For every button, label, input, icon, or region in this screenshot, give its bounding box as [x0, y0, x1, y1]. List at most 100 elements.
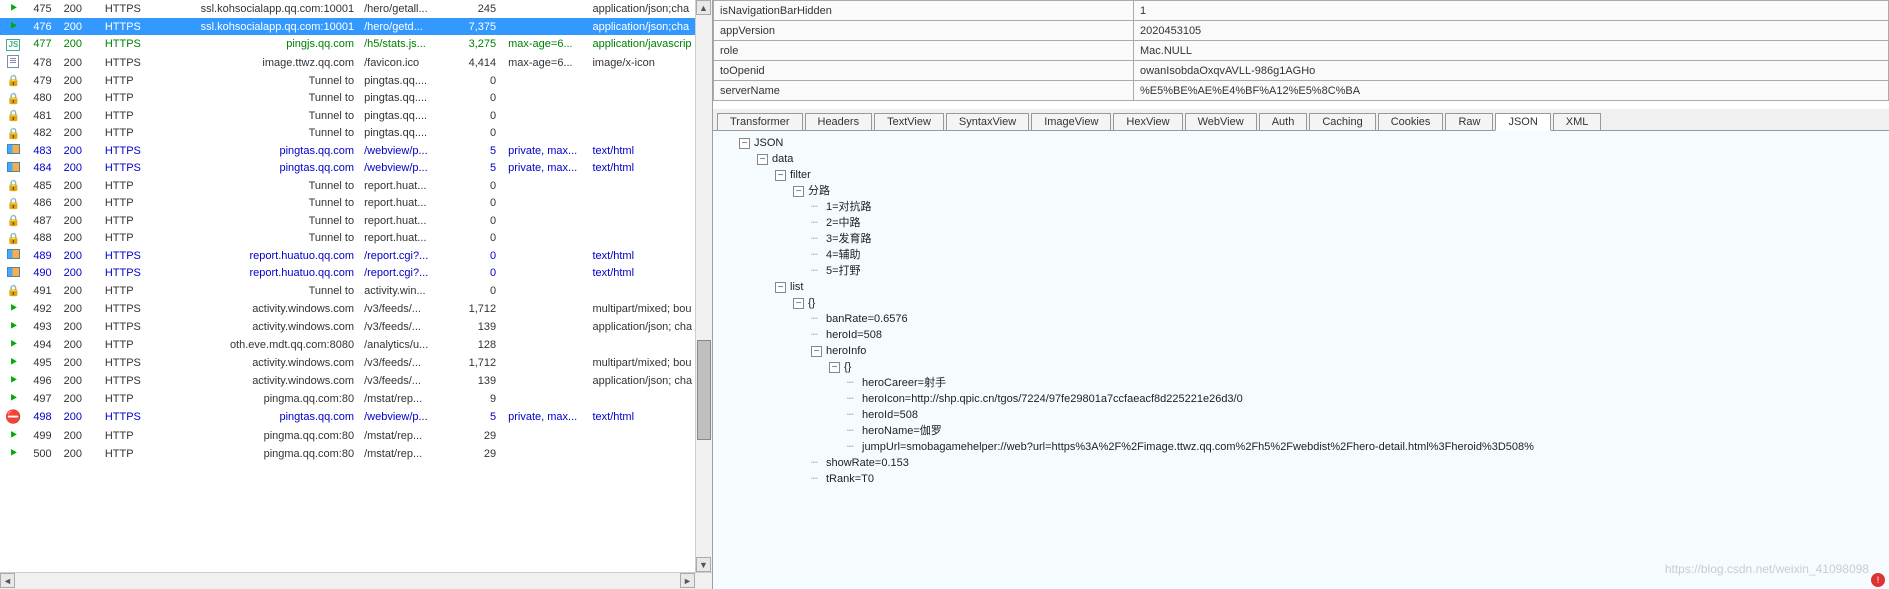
session-row[interactable]: 489200HTTPSreport.huatuo.qq.com/report.c…: [0, 247, 712, 265]
json-tree-view[interactable]: −JSON −data −filter −分路 ┈1=对抗路┈2=中路┈3=发育…: [713, 131, 1889, 589]
scroll-right-icon[interactable]: ►: [680, 573, 695, 588]
sessions-table[interactable]: ⯈475200HTTPSssl.kohsocialapp.qq.com:1000…: [0, 0, 712, 463]
session-host: pingtas.qq.com: [154, 142, 360, 160]
tab-syntaxview[interactable]: SyntaxView: [946, 113, 1029, 130]
session-row[interactable]: ⯈500200HTTPpingma.qq.com:80/mstat/rep...…: [0, 445, 712, 463]
tab-auth[interactable]: Auth: [1259, 113, 1308, 130]
session-id: 500: [27, 445, 60, 463]
tab-transformer[interactable]: Transformer: [717, 113, 803, 130]
session-body: 1,712: [453, 300, 504, 318]
session-row[interactable]: 🔒479200HTTPTunnel topingtas.qq....0: [0, 72, 712, 90]
vertical-scrollbar[interactable]: ▲ ▼: [695, 0, 712, 572]
session-row[interactable]: ⯈492200HTTPSactivity.windows.com/v3/feed…: [0, 300, 712, 318]
session-row[interactable]: ⯈476200HTTPSssl.kohsocialapp.qq.com:1000…: [0, 18, 712, 36]
session-caching: max-age=6...: [504, 53, 588, 72]
session-row[interactable]: 🔒486200HTTPTunnel toreport.huat...0: [0, 195, 712, 213]
session-caching: private, max...: [504, 160, 588, 178]
horizontal-scrollbar[interactable]: ◄ ►: [0, 572, 712, 589]
session-host: Tunnel to: [154, 177, 360, 195]
expander-icon[interactable]: −: [757, 154, 768, 165]
session-result: 200: [60, 445, 101, 463]
tab-hexview[interactable]: HexView: [1113, 113, 1182, 130]
session-result: 200: [60, 142, 101, 160]
session-row[interactable]: 478200HTTPSimage.ttwz.qq.com/favicon.ico…: [0, 53, 712, 72]
session-row[interactable]: 490200HTTPSreport.huatuo.qq.com/report.c…: [0, 265, 712, 283]
lock-icon: 🔒: [7, 93, 21, 105]
session-row[interactable]: ⯈496200HTTPSactivity.windows.com/v3/feed…: [0, 372, 712, 390]
property-row[interactable]: roleMac.NULL: [714, 41, 1889, 61]
session-content: [588, 72, 712, 90]
session-id: 478: [27, 53, 60, 72]
session-row[interactable]: 483200HTTPSpingtas.qq.com/webview/p...5p…: [0, 142, 712, 160]
expander-icon[interactable]: −: [829, 362, 840, 373]
tab-headers[interactable]: Headers: [805, 113, 873, 130]
expander-icon[interactable]: −: [775, 170, 786, 181]
expander-icon[interactable]: −: [811, 346, 822, 357]
property-row[interactable]: appVersion2020453105: [714, 21, 1889, 41]
session-result: 200: [60, 230, 101, 248]
expander-icon[interactable]: −: [793, 298, 804, 309]
session-row[interactable]: ⯈495200HTTPSactivity.windows.com/v3/feed…: [0, 354, 712, 372]
session-row[interactable]: ⯈499200HTTPpingma.qq.com:80/mstat/rep...…: [0, 427, 712, 445]
scroll-thumb[interactable]: [697, 340, 711, 440]
session-host: ssl.kohsocialapp.qq.com:10001: [154, 18, 360, 36]
tab-textview[interactable]: TextView: [874, 113, 944, 130]
session-row[interactable]: 🔒488200HTTPTunnel toreport.huat...0: [0, 230, 712, 248]
tab-caching[interactable]: Caching: [1309, 113, 1375, 130]
session-id: 498: [27, 408, 60, 427]
session-protocol: HTTP: [101, 90, 155, 108]
session-row[interactable]: ⯈475200HTTPSssl.kohsocialapp.qq.com:1000…: [0, 0, 712, 18]
session-row[interactable]: ⛔498200HTTPSpingtas.qq.com/webview/p...5…: [0, 408, 712, 427]
session-body: 0: [453, 72, 504, 90]
property-grid[interactable]: isNavigationBarHidden1appVersion20204531…: [713, 0, 1889, 101]
session-row[interactable]: 🔒481200HTTPTunnel topingtas.qq....0: [0, 107, 712, 125]
expander-icon[interactable]: −: [739, 138, 750, 149]
tree-leaf: showRate=0.153: [826, 457, 909, 469]
session-row[interactable]: 🔒491200HTTPTunnel toactivity.win...0: [0, 282, 712, 300]
tab-json[interactable]: JSON: [1495, 113, 1550, 131]
session-protocol: HTTPS: [101, 354, 155, 372]
tab-raw[interactable]: Raw: [1445, 113, 1493, 130]
session-id: 486: [27, 195, 60, 213]
session-id: 488: [27, 230, 60, 248]
tab-webview[interactable]: WebView: [1185, 113, 1257, 130]
html-icon: [7, 162, 20, 172]
session-row[interactable]: 🔒487200HTTPTunnel toreport.huat...0: [0, 212, 712, 230]
session-body: 7,375: [453, 18, 504, 36]
property-row[interactable]: serverName%E5%BE%AE%E4%BF%A12%E5%8C%BA: [714, 81, 1889, 101]
session-url: /v3/feeds/...: [360, 372, 453, 390]
session-row[interactable]: 🔒485200HTTPTunnel toreport.huat...0: [0, 177, 712, 195]
scroll-down-icon[interactable]: ▼: [696, 557, 711, 572]
property-row[interactable]: toOpenidowanIsobdaOxqvAVLL-986g1AGHo: [714, 61, 1889, 81]
session-body: 3,275: [453, 36, 504, 54]
session-row[interactable]: 🔒480200HTTPTunnel topingtas.qq....0: [0, 90, 712, 108]
session-result: 200: [60, 408, 101, 427]
session-row[interactable]: ⯈493200HTTPSactivity.windows.com/v3/feed…: [0, 318, 712, 336]
scroll-up-icon[interactable]: ▲: [696, 0, 711, 15]
session-content: text/html: [588, 265, 712, 283]
expander-icon[interactable]: −: [775, 282, 786, 293]
tab-xml[interactable]: XML: [1553, 113, 1602, 130]
property-value: 2020453105: [1134, 21, 1889, 41]
html-icon: [7, 249, 20, 259]
tab-cookies[interactable]: Cookies: [1378, 113, 1444, 130]
scroll-left-icon[interactable]: ◄: [0, 573, 15, 588]
session-id: 485: [27, 177, 60, 195]
session-protocol: HTTP: [101, 125, 155, 143]
session-caching: [504, 318, 588, 336]
tab-imageview[interactable]: ImageView: [1031, 113, 1111, 130]
expander-icon[interactable]: −: [793, 186, 804, 197]
property-row[interactable]: isNavigationBarHidden1: [714, 1, 1889, 21]
property-value: %E5%BE%AE%E4%BF%A12%E5%8C%BA: [1134, 81, 1889, 101]
session-row[interactable]: ⯈497200HTTPpingma.qq.com:80/mstat/rep...…: [0, 390, 712, 408]
session-id: 489: [27, 247, 60, 265]
error-icon[interactable]: !: [1871, 573, 1885, 587]
session-body: 0: [453, 177, 504, 195]
session-row[interactable]: 484200HTTPSpingtas.qq.com/webview/p...5p…: [0, 160, 712, 178]
session-row[interactable]: JS477200HTTPSpingjs.qq.com/h5/stats.js..…: [0, 36, 712, 54]
session-row[interactable]: 🔒482200HTTPTunnel topingtas.qq....0: [0, 125, 712, 143]
session-row[interactable]: ⯈494200HTTPoth.eve.mdt.qq.com:8080/analy…: [0, 336, 712, 354]
session-body: 0: [453, 90, 504, 108]
session-body: 5: [453, 160, 504, 178]
session-body: 29: [453, 427, 504, 445]
